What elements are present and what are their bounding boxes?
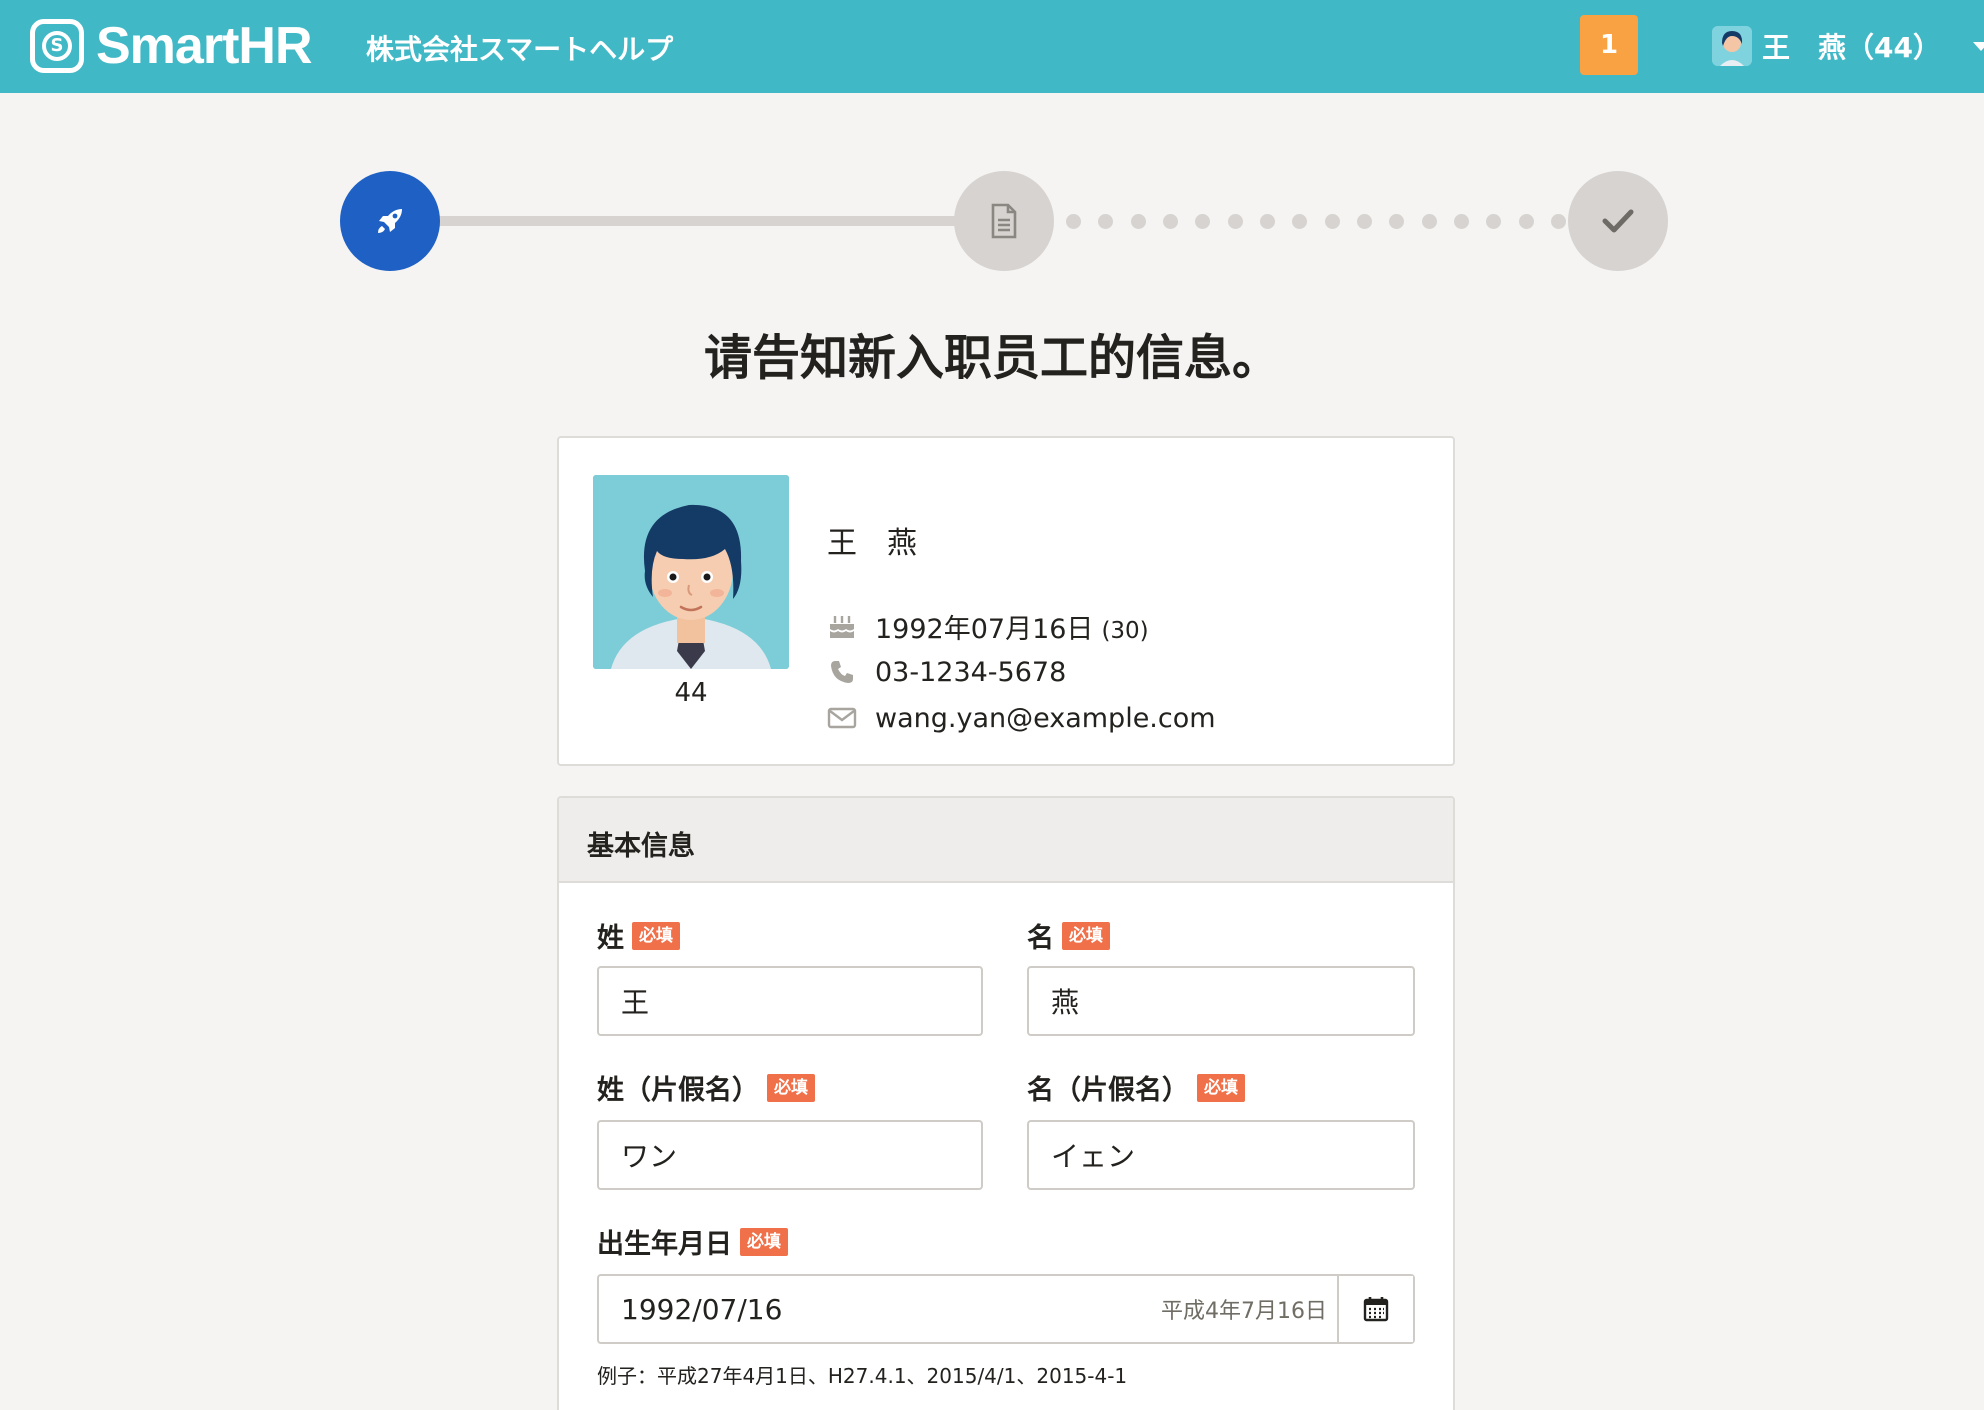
phone-icon	[827, 657, 857, 687]
required-badge: 必填	[767, 1073, 815, 1102]
age-text: (30)	[1101, 617, 1149, 644]
photo-caption: 44	[674, 678, 708, 708]
birth-date-value: 1992/07/16	[621, 1292, 783, 1326]
check-icon	[1602, 209, 1634, 233]
required-badge: 必填	[1062, 921, 1110, 950]
progress-stepper	[0, 0, 1984, 280]
step-1-current	[340, 171, 440, 271]
first-name-input[interactable]: 燕	[1027, 966, 1415, 1036]
cake-icon	[827, 611, 857, 641]
step-connector-pending	[1066, 212, 1566, 230]
envelope-icon	[827, 703, 857, 733]
required-badge: 必填	[1197, 1073, 1245, 1102]
document-icon	[991, 203, 1017, 239]
step-connector-complete	[430, 216, 970, 226]
last-name-kana-input[interactable]: ワン	[597, 1120, 983, 1190]
birthday-text: 1992年07月16日	[875, 613, 1094, 645]
last-name-kana-label: 姓（片假名） 必填	[597, 1068, 815, 1107]
era-date-hint: 平成4年7月16日	[1161, 1299, 1327, 1324]
birth-date-label: 出生年月日 必填	[597, 1222, 788, 1261]
email-text: wang.yan@example.com	[875, 702, 1216, 734]
calendar-icon	[1363, 1297, 1389, 1322]
rocket-icon	[378, 209, 402, 233]
first-name-label: 名 必填	[1027, 916, 1110, 955]
basic-info-section: 基本信息 姓 必填 王 名 必填 燕 姓（片假名） 必填 ワン 名（片假名） 必…	[557, 796, 1455, 1410]
step-3	[1568, 171, 1668, 271]
first-name-kana-input[interactable]: イェン	[1027, 1120, 1415, 1190]
section-header: 基本信息	[559, 798, 1453, 883]
calendar-button[interactable]	[1337, 1276, 1413, 1342]
last-name-input[interactable]: 王	[597, 966, 983, 1036]
page-title: 请告知新入职员工的信息。	[703, 330, 1280, 386]
employee-name: 王 燕	[827, 526, 917, 561]
first-name-kana-label: 名（片假名） 必填	[1027, 1068, 1245, 1107]
last-name-label: 姓 必填	[597, 916, 680, 955]
step-2	[954, 171, 1054, 271]
birth-date-input[interactable]: 1992/07/16 平成4年7月16日	[597, 1274, 1415, 1344]
phone-text: 03-1234-5678	[875, 656, 1067, 688]
required-badge: 必填	[632, 921, 680, 950]
required-badge: 必填	[740, 1227, 788, 1256]
profile-card: 44 王 燕 1992年07月16日 (30) 03-1234-5678 wang…	[557, 436, 1455, 766]
birthday-row: 1992年07月16日 (30)	[827, 608, 1149, 645]
section-title: 基本信息	[587, 831, 695, 862]
email-row: wang.yan@example.com	[827, 700, 1216, 736]
phone-row: 03-1234-5678	[827, 654, 1066, 690]
date-format-example: 例子：平成27年4月1日、H27.4.1、2015/4/1、2015-4-1	[597, 1364, 1128, 1388]
profile-photo[interactable]	[593, 475, 789, 669]
